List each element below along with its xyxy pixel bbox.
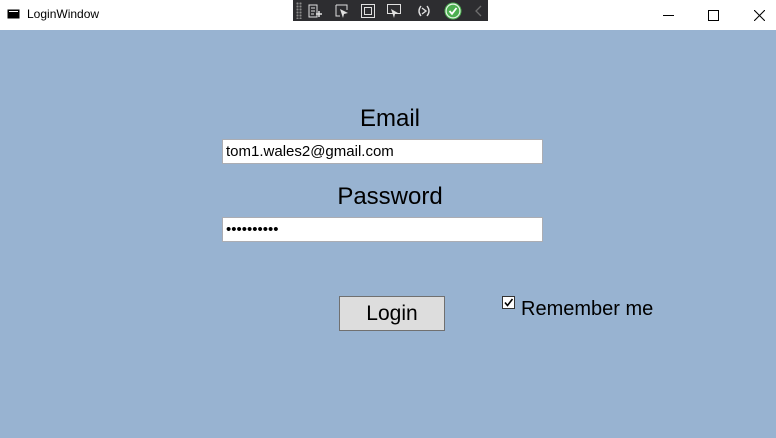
password-label: Password bbox=[337, 183, 443, 210]
login-window: LoginWindow Email tom1.wales2@gmail.com … bbox=[0, 0, 776, 438]
window-title: LoginWindow bbox=[27, 7, 100, 21]
binding-failures-ok-icon[interactable] bbox=[444, 2, 462, 19]
display-layout-adorners-icon[interactable] bbox=[359, 2, 377, 19]
email-label: Email bbox=[359, 105, 420, 132]
hot-reload-icon[interactable] bbox=[415, 2, 433, 19]
close-button[interactable] bbox=[736, 0, 776, 30]
track-focused-element-icon[interactable] bbox=[385, 2, 403, 19]
debug-toolbar bbox=[293, 0, 488, 21]
minimize-button[interactable] bbox=[645, 0, 691, 30]
minimize-icon bbox=[662, 14, 674, 16]
maximize-button[interactable] bbox=[690, 0, 736, 30]
close-icon bbox=[753, 9, 765, 21]
login-button[interactable]: Login bbox=[339, 296, 445, 331]
collapse-toolbar-icon[interactable] bbox=[470, 2, 488, 19]
password-field[interactable]: •••••••••• bbox=[222, 217, 543, 242]
remember-me-checkbox[interactable] bbox=[502, 296, 515, 309]
live-visual-tree-icon[interactable] bbox=[306, 2, 324, 19]
window-icon bbox=[7, 9, 20, 19]
maximize-icon bbox=[707, 9, 719, 21]
checkmark-icon bbox=[504, 298, 514, 307]
title-bar[interactable]: LoginWindow bbox=[0, 0, 776, 30]
email-field[interactable] bbox=[222, 139, 543, 164]
remember-me-label[interactable]: Remember me bbox=[521, 298, 653, 321]
toolbar-grip-icon[interactable] bbox=[296, 2, 302, 19]
select-element-icon[interactable] bbox=[333, 2, 351, 19]
